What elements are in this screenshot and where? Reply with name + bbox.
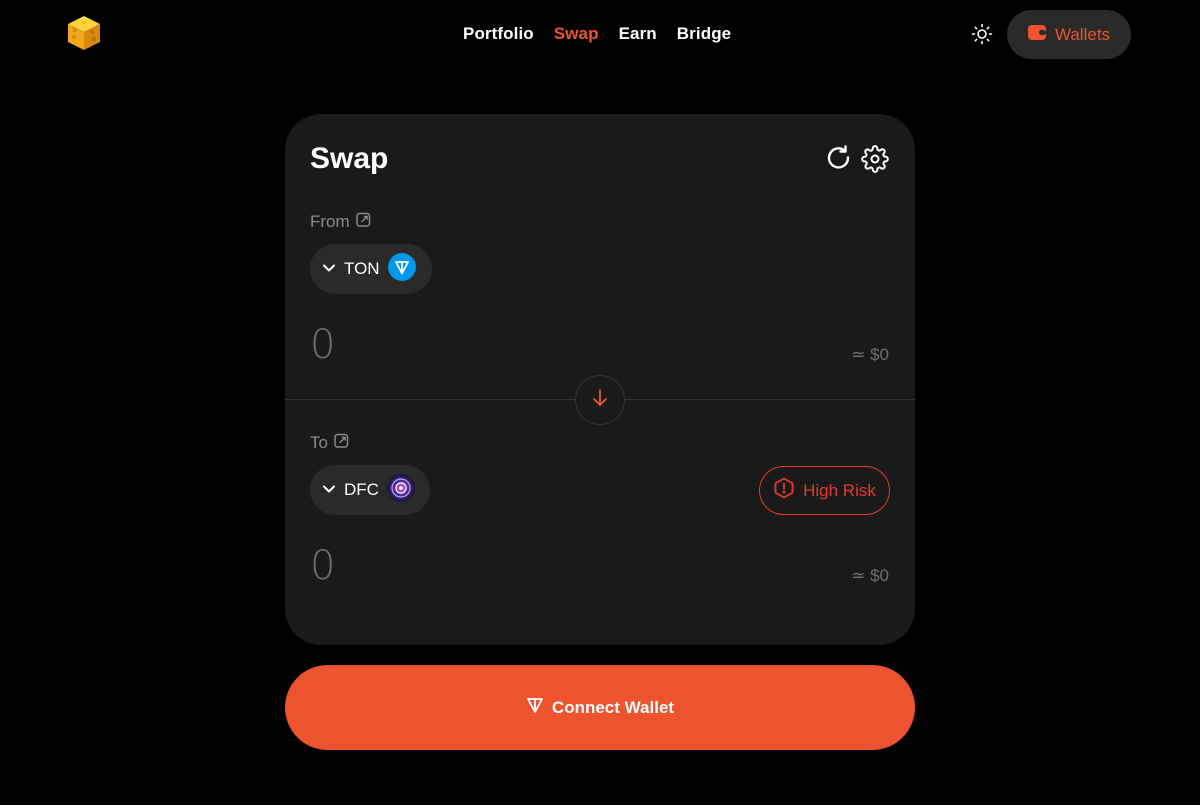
from-amount-input[interactable] xyxy=(310,322,610,368)
external-link-icon[interactable] xyxy=(334,433,349,453)
connect-wallet-button[interactable]: Connect Wallet xyxy=(285,665,915,750)
top-bar: Portfolio Swap Earn Bridge Wallets xyxy=(0,0,1200,70)
to-amount-input[interactable] xyxy=(310,543,610,589)
from-token-select[interactable]: TON xyxy=(310,244,432,294)
swap-card: Swap From TON 0 ≃ $0 To DFC High Risk 0 … xyxy=(285,114,915,645)
sun-icon[interactable] xyxy=(971,23,993,45)
wallet-icon xyxy=(1027,24,1046,45)
from-token-symbol: TON xyxy=(344,259,380,278)
wallets-button[interactable]: Wallets xyxy=(1007,10,1131,59)
warning-hexagon-icon xyxy=(773,477,795,504)
external-link-icon[interactable] xyxy=(355,212,371,232)
ton-icon xyxy=(526,696,544,719)
chevron-down-icon xyxy=(322,260,336,278)
dfc-token-icon xyxy=(386,473,415,507)
to-label-row: To xyxy=(310,433,349,453)
nav-swap[interactable]: Swap xyxy=(554,24,599,44)
to-token-symbol: DFC xyxy=(344,480,379,499)
swap-title: Swap xyxy=(310,142,389,175)
from-label: From xyxy=(310,212,350,231)
connect-wallet-label: Connect Wallet xyxy=(551,697,675,717)
nav-portfolio[interactable]: Portfolio xyxy=(463,24,534,44)
main-nav: Portfolio Swap Earn Bridge xyxy=(463,24,731,44)
to-token-select[interactable]: DFC xyxy=(310,465,430,515)
to-label: To xyxy=(310,433,328,452)
refresh-icon[interactable] xyxy=(825,145,853,173)
cube-logo-icon[interactable] xyxy=(66,14,102,52)
gear-icon[interactable] xyxy=(861,145,889,173)
chevron-down-icon xyxy=(322,481,336,499)
from-label-row: From xyxy=(310,212,371,232)
swap-direction-button[interactable] xyxy=(575,375,625,425)
from-usd-value: ≃ $0 xyxy=(851,345,889,364)
arrow-down-icon xyxy=(591,388,609,413)
nav-earn[interactable]: Earn xyxy=(619,24,657,44)
ton-icon xyxy=(387,252,416,286)
to-usd-value: ≃ $0 xyxy=(851,566,889,585)
high-risk-label: High Risk xyxy=(803,480,876,500)
high-risk-badge[interactable]: High Risk xyxy=(759,466,890,515)
wallets-label: Wallets xyxy=(1054,24,1111,44)
nav-bridge[interactable]: Bridge xyxy=(677,24,731,44)
